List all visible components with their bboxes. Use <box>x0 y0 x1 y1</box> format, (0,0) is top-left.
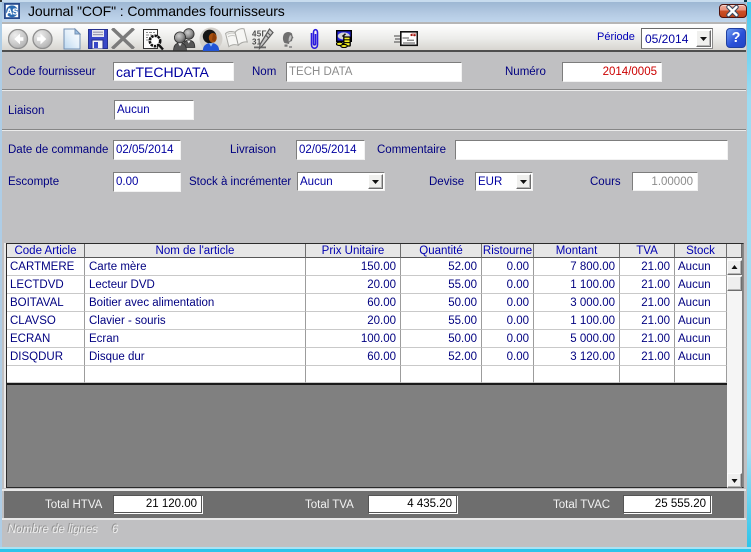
svg-text:AS: AS <box>6 7 18 17</box>
